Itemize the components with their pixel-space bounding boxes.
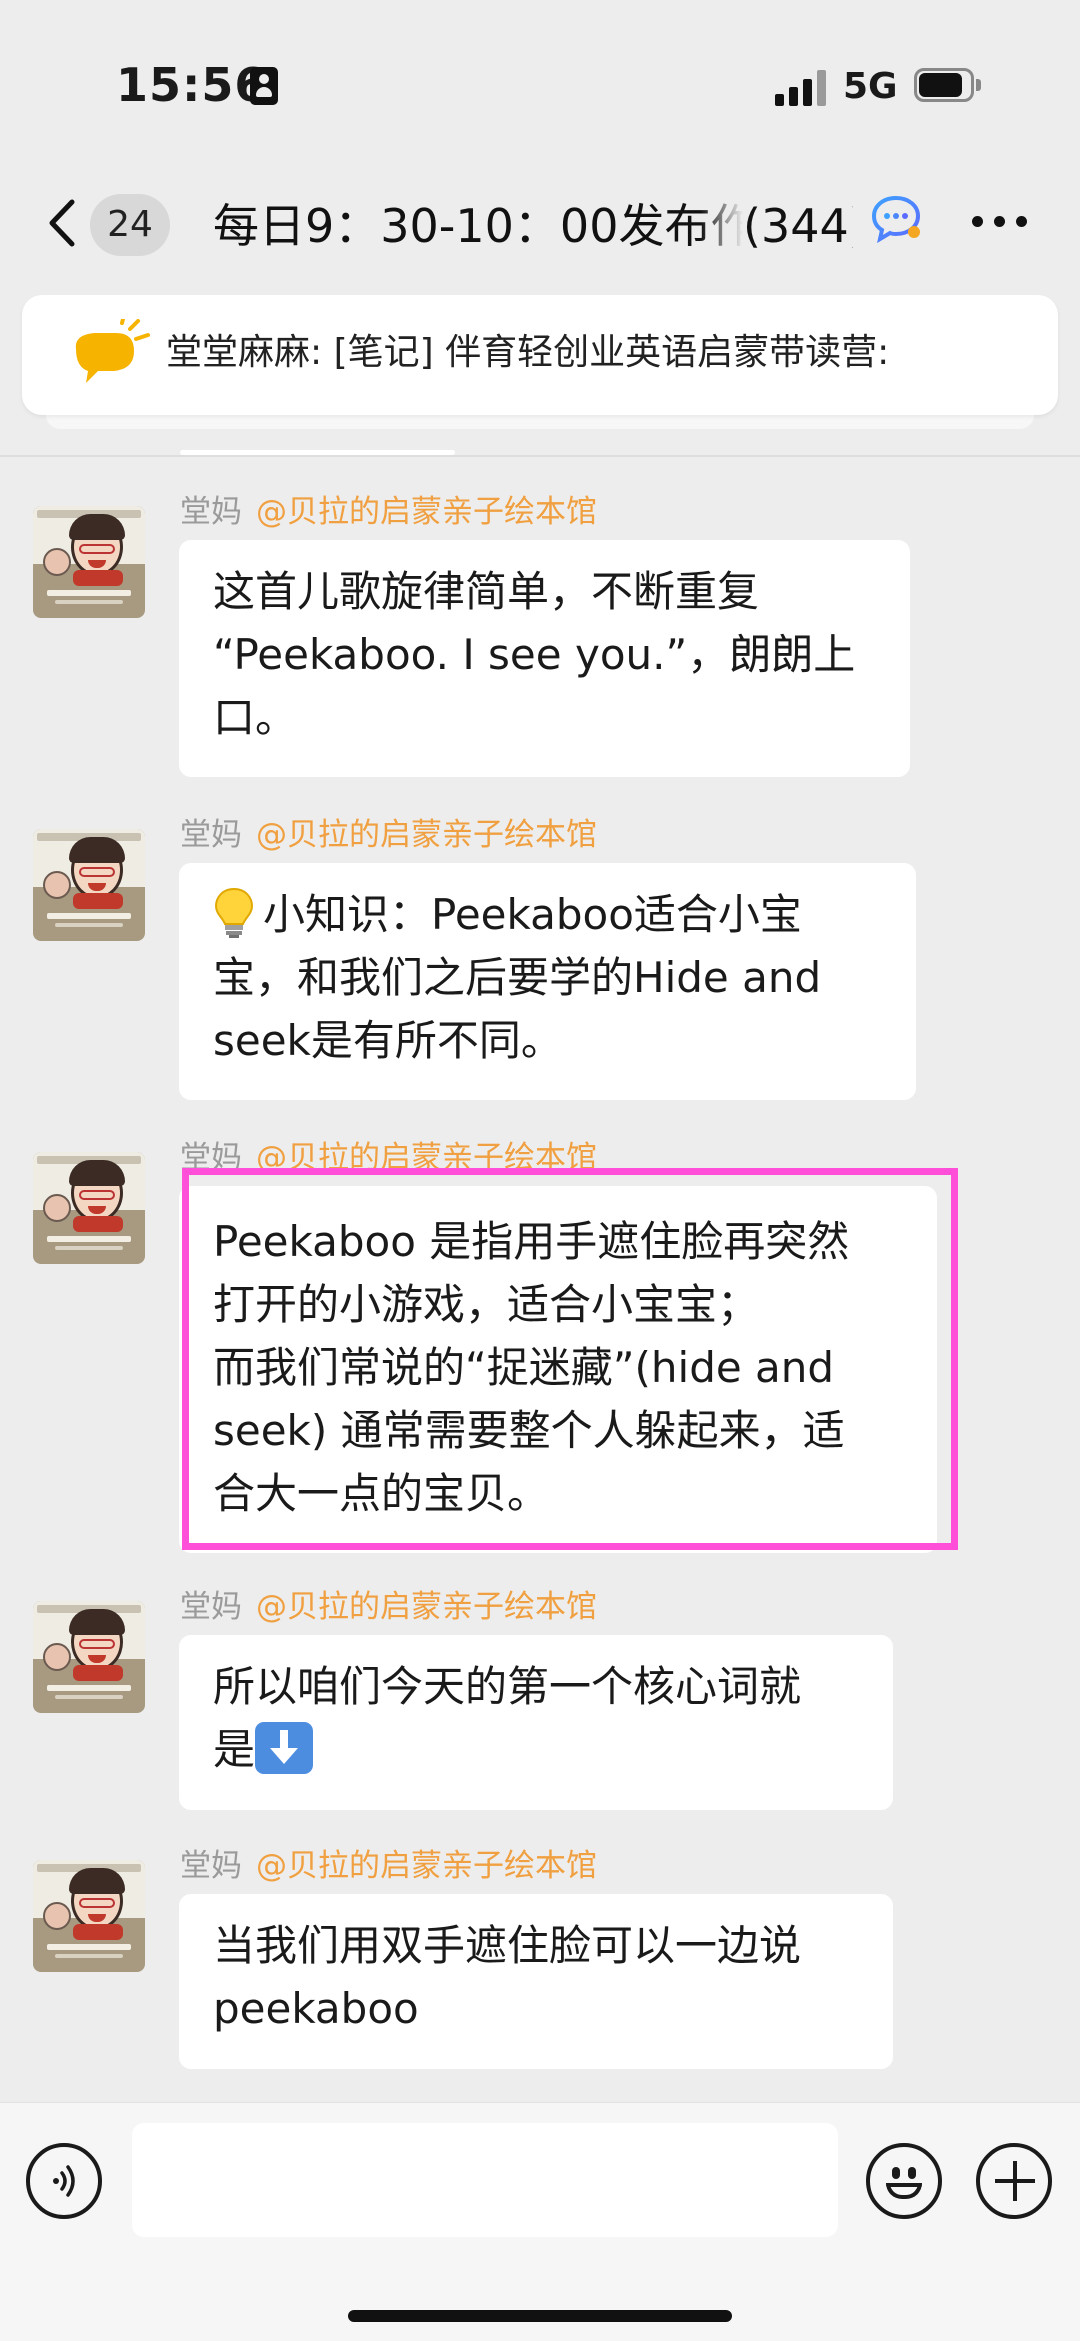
back-button[interactable]: 24 xyxy=(38,182,188,268)
sender-line: 堂妈 @贝拉的启蒙亲子绘本馆 xyxy=(180,1138,597,1178)
message-line: 小知识：Peekaboo适合小宝 xyxy=(213,883,882,946)
message-line: 打开的小游戏，适合小宝宝； xyxy=(213,1280,760,1329)
message-bubble[interactable]: 当我们用双手遮住脸可以一边说 peekaboo xyxy=(179,1894,893,2069)
message-bubble[interactable]: Peekaboo 是指用手遮住脸再突然 打开的小游戏，适合小宝宝； 而我们常说的… xyxy=(179,1186,937,1553)
scroll-indicator xyxy=(180,450,455,455)
emoji-icon[interactable] xyxy=(866,2143,942,2219)
chat-header: 24 每日9：30-10：00发布作(344) xyxy=(0,170,1080,288)
message-line: 这首儿歌旋律简单，不断重复 xyxy=(213,567,760,616)
avatar[interactable] xyxy=(33,1601,145,1713)
message-line: “Peekaboo. I see you.”，朗朗上 xyxy=(213,630,856,679)
back-chevron-icon xyxy=(49,199,75,247)
sender-source: @贝拉的启蒙亲子绘本馆 xyxy=(256,1140,597,1176)
sender-source: @贝拉的启蒙亲子绘本馆 xyxy=(256,817,597,853)
avatar[interactable] xyxy=(33,829,145,941)
message-line: 而我们常说的“捉迷藏”(hide and xyxy=(213,1343,835,1392)
sender-line: 堂妈 @贝拉的启蒙亲子绘本馆 xyxy=(180,492,597,532)
sender-line: 堂妈 @贝拉的启蒙亲子绘本馆 xyxy=(180,1846,597,1886)
message-line: 所以咱们今天的第一个核心词就 xyxy=(213,1662,802,1711)
message-line: 合大一点的宝贝。 xyxy=(213,1469,550,1518)
battery-level xyxy=(919,73,962,97)
sender-name: 堂妈 xyxy=(180,494,242,530)
input-bar xyxy=(0,2102,1080,2341)
message-bubble[interactable]: 小知识：Peekaboo适合小宝 宝，和我们之后要学的Hide and seek… xyxy=(179,863,916,1100)
message-bubble[interactable]: 所以咱们今天的第一个核心词就 是 xyxy=(179,1635,893,1810)
avatar[interactable] xyxy=(33,506,145,618)
chat-title: 每日9：30-10：00发布作(344) xyxy=(213,186,853,266)
chat-bubble-icon[interactable] xyxy=(870,194,922,244)
pin-divider xyxy=(0,455,1080,457)
message-input[interactable] xyxy=(132,2123,838,2237)
avatar[interactable] xyxy=(33,1152,145,1264)
megaphone-icon xyxy=(75,319,150,383)
voice-icon[interactable] xyxy=(26,2143,102,2219)
message-line: peekaboo xyxy=(213,1984,419,2033)
down-arrow-icon xyxy=(255,1722,314,1774)
sender-name: 堂妈 xyxy=(180,1140,242,1176)
message-line: 口。 xyxy=(213,693,298,742)
emoji-mouth xyxy=(886,2183,922,2199)
chat-title-name: 每日9：30-10：00发布作 xyxy=(213,199,743,253)
sender-name: 堂妈 xyxy=(180,1589,242,1625)
message-line-text: 是 xyxy=(213,1725,256,1774)
add-icon[interactable] xyxy=(976,2143,1052,2219)
sender-source: @贝拉的启蒙亲子绘本馆 xyxy=(256,494,597,530)
message-line: 是 xyxy=(213,1718,859,1781)
network-type: 5G xyxy=(843,66,898,107)
sender-name: 堂妈 xyxy=(180,1848,242,1884)
status-bar: 15:56 5G xyxy=(0,0,1080,170)
lightbulb-icon xyxy=(214,887,254,938)
battery-icon xyxy=(914,68,982,102)
unread-count-badge: 24 xyxy=(90,194,170,256)
voice-waves-icon xyxy=(53,2165,75,2197)
home-indicator[interactable] xyxy=(348,2310,732,2322)
contact-card-icon xyxy=(250,67,278,105)
message-line-text: 小知识：Peekaboo适合小宝 xyxy=(263,890,802,939)
sender-line: 堂妈 @贝拉的启蒙亲子绘本馆 xyxy=(180,815,597,855)
signal-icon xyxy=(775,66,827,106)
announcement-text: 堂堂麻麻: [笔记] 伴育轻创业英语启蒙带读营: xyxy=(166,332,890,373)
pinned-announcement[interactable]: 堂堂麻麻: [笔记] 伴育轻创业英语启蒙带读营: xyxy=(22,295,1058,429)
message-line: seek) 通常需要整个人躲起来，适 xyxy=(213,1406,845,1455)
status-time: 15:56 xyxy=(116,58,268,112)
message-bubble[interactable]: 这首儿歌旋律简单，不断重复 “Peekaboo. I see you.”，朗朗上… xyxy=(179,540,910,777)
sender-line: 堂妈 @贝拉的启蒙亲子绘本馆 xyxy=(180,1587,597,1627)
sender-source: @贝拉的启蒙亲子绘本馆 xyxy=(256,1589,597,1625)
sender-source: @贝拉的启蒙亲子绘本馆 xyxy=(256,1848,597,1884)
message-line: seek是有所不同。 xyxy=(213,1016,563,1065)
member-count: (344) xyxy=(743,199,853,253)
more-icon[interactable] xyxy=(970,208,1030,236)
avatar[interactable] xyxy=(33,1860,145,1972)
sender-name: 堂妈 xyxy=(180,817,242,853)
message-line: Peekaboo 是指用手遮住脸再突然 xyxy=(213,1217,850,1266)
message-line: 当我们用双手遮住脸可以一边说 xyxy=(213,1921,802,1970)
message-line: 宝，和我们之后要学的Hide and xyxy=(213,953,822,1002)
